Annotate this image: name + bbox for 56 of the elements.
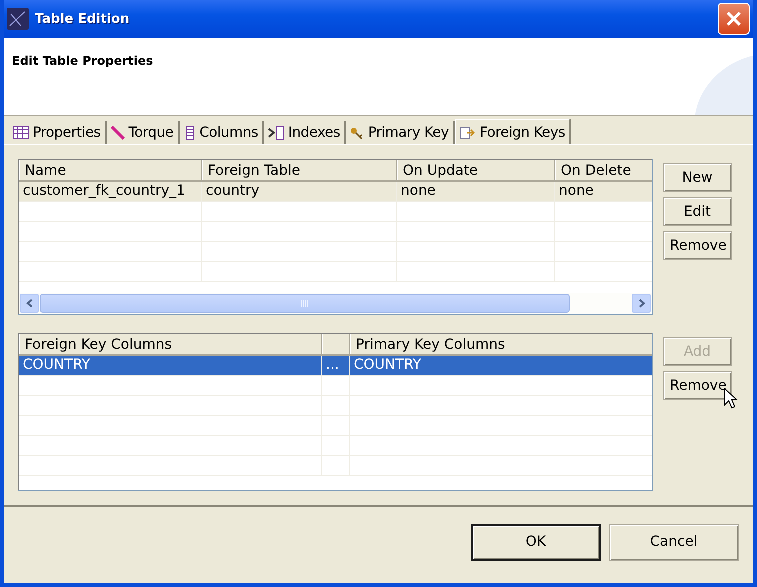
empty-cell[interactable] bbox=[19, 456, 322, 476]
column-header[interactable]: On Update bbox=[397, 160, 555, 180]
table-cell[interactable]: none bbox=[397, 182, 555, 202]
window-title: Table Edition bbox=[35, 12, 131, 26]
empty-cell[interactable] bbox=[202, 262, 397, 282]
close-button[interactable] bbox=[718, 3, 750, 35]
scroll-right-button[interactable] bbox=[632, 294, 651, 313]
column-header[interactable]: Foreign Key Columns bbox=[19, 334, 322, 354]
table-icon bbox=[13, 126, 29, 139]
table-cell[interactable]: country bbox=[202, 182, 397, 202]
tab[interactable]: Foreign Keys bbox=[454, 119, 572, 145]
empty-cell[interactable] bbox=[19, 202, 202, 222]
empty-cell[interactable] bbox=[322, 396, 350, 416]
button[interactable]: Remove bbox=[663, 371, 732, 400]
empty-cell[interactable] bbox=[322, 436, 350, 456]
button[interactable]: Cancel bbox=[609, 524, 739, 560]
header-title: Edit Table Properties bbox=[12, 54, 154, 68]
scroll-left-button[interactable] bbox=[20, 294, 39, 313]
empty-cell[interactable] bbox=[397, 202, 555, 222]
pencil-icon bbox=[110, 126, 125, 140]
app-icon bbox=[7, 8, 29, 30]
button[interactable]: Remove bbox=[663, 231, 732, 260]
empty-cell[interactable] bbox=[19, 222, 202, 242]
column-header[interactable]: Foreign Table bbox=[202, 160, 397, 180]
index-icon bbox=[268, 126, 284, 140]
button[interactable]: New bbox=[663, 163, 732, 192]
table-cell[interactable]: customer_fk_country_1 bbox=[19, 182, 202, 202]
key-icon bbox=[350, 126, 364, 140]
empty-cell[interactable] bbox=[19, 242, 202, 262]
column-header[interactable]: Primary Key Columns bbox=[350, 334, 652, 354]
button[interactable]: OK bbox=[471, 524, 601, 560]
link-key-icon bbox=[460, 126, 476, 140]
column-header[interactable]: Name bbox=[19, 160, 202, 180]
empty-cell[interactable] bbox=[397, 222, 555, 242]
empty-cell[interactable] bbox=[19, 376, 322, 396]
empty-cell[interactable] bbox=[397, 242, 555, 262]
empty-cell[interactable] bbox=[19, 436, 322, 456]
empty-cell[interactable] bbox=[322, 416, 350, 436]
close-icon bbox=[725, 10, 743, 28]
table-cell[interactable]: ... bbox=[322, 356, 350, 376]
empty-cell[interactable] bbox=[322, 456, 350, 476]
table-cell[interactable]: none bbox=[555, 182, 652, 202]
table-cell[interactable]: COUNTRY bbox=[19, 356, 322, 376]
button[interactable]: Edit bbox=[663, 197, 732, 226]
empty-cell[interactable] bbox=[19, 416, 322, 436]
column-header[interactable] bbox=[322, 334, 350, 354]
scrollbar-thumb[interactable] bbox=[40, 294, 570, 313]
table-cell[interactable]: COUNTRY bbox=[350, 356, 652, 376]
empty-cell[interactable] bbox=[19, 262, 202, 282]
empty-cell[interactable] bbox=[19, 396, 322, 416]
empty-cell[interactable] bbox=[397, 262, 555, 282]
empty-cell[interactable] bbox=[202, 202, 397, 222]
columns-icon bbox=[184, 126, 196, 140]
empty-cell[interactable] bbox=[202, 242, 397, 262]
empty-cell[interactable] bbox=[202, 222, 397, 242]
empty-cell[interactable] bbox=[322, 376, 350, 396]
